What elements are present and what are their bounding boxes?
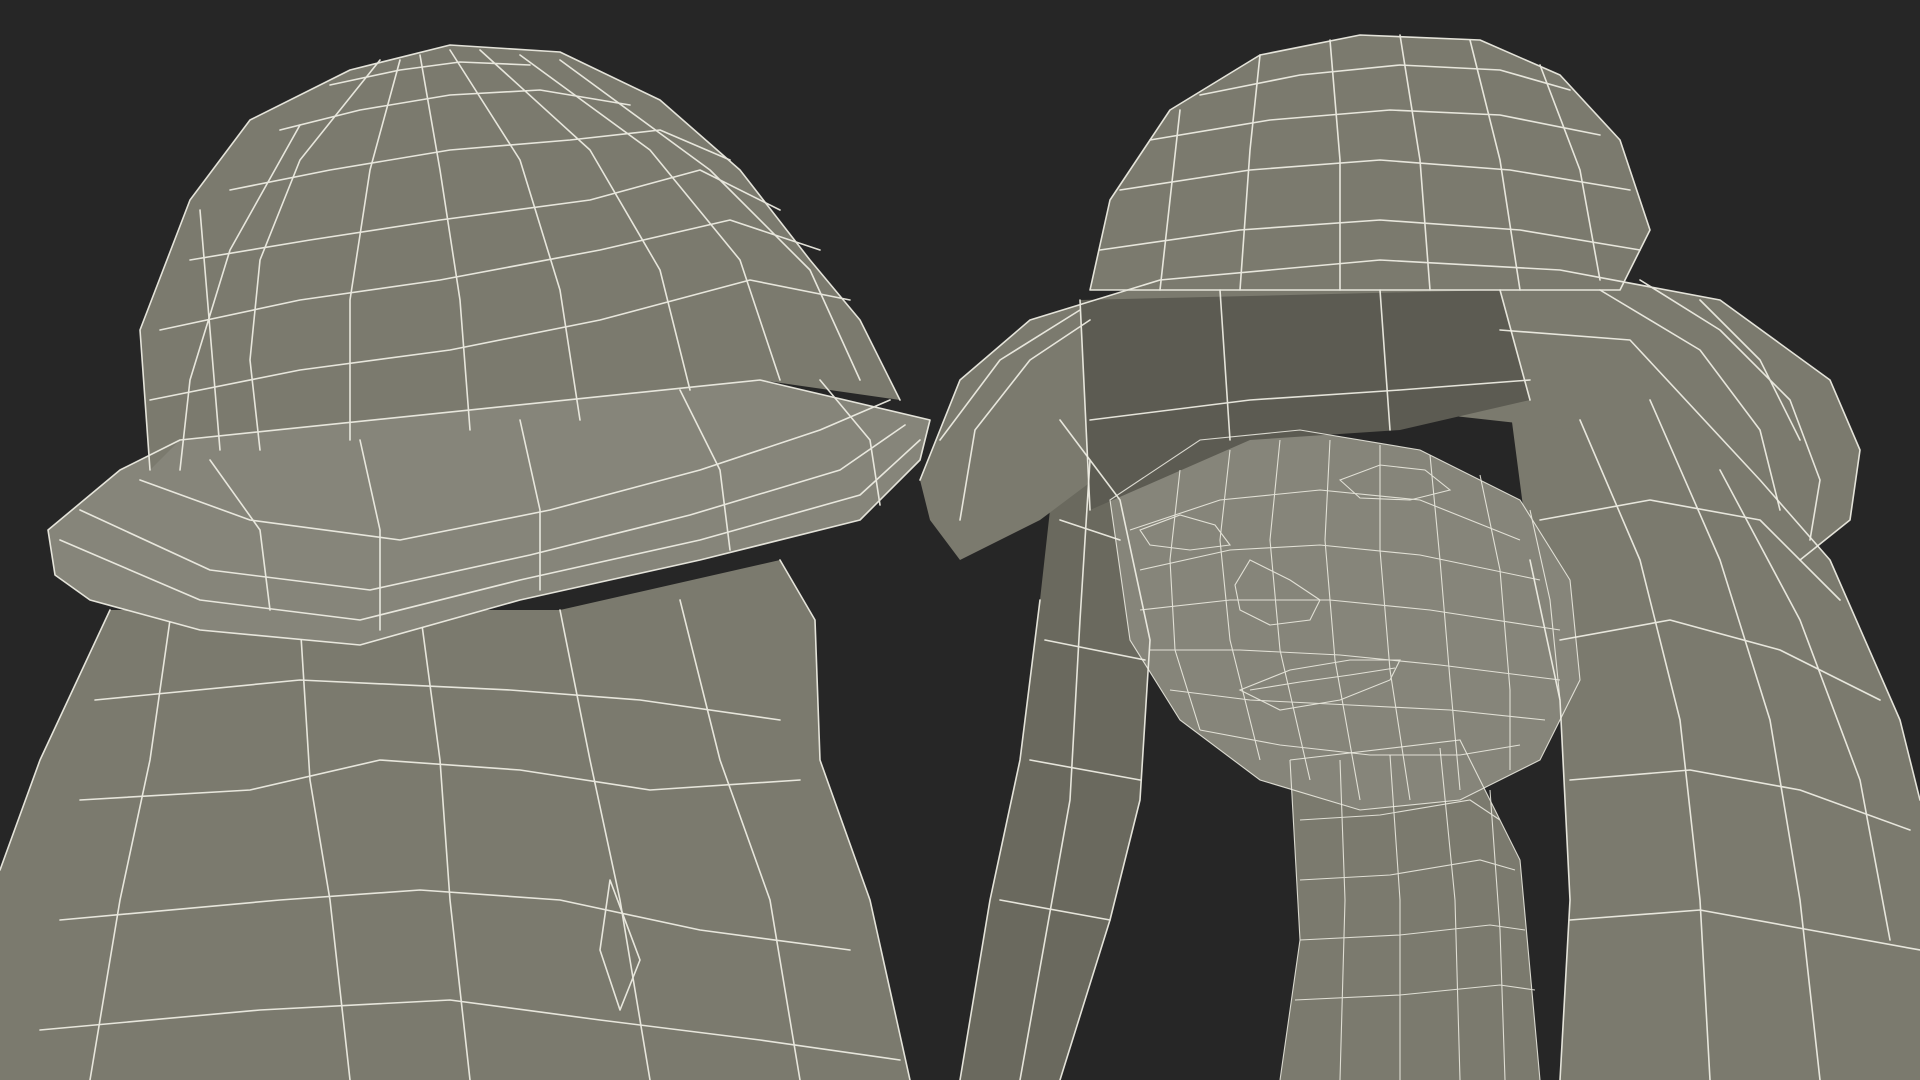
wireframe-render <box>0 34 1920 1080</box>
front-view-model <box>919 34 1920 1080</box>
back-view-model <box>0 44 931 1080</box>
render-viewport <box>0 0 1920 1080</box>
